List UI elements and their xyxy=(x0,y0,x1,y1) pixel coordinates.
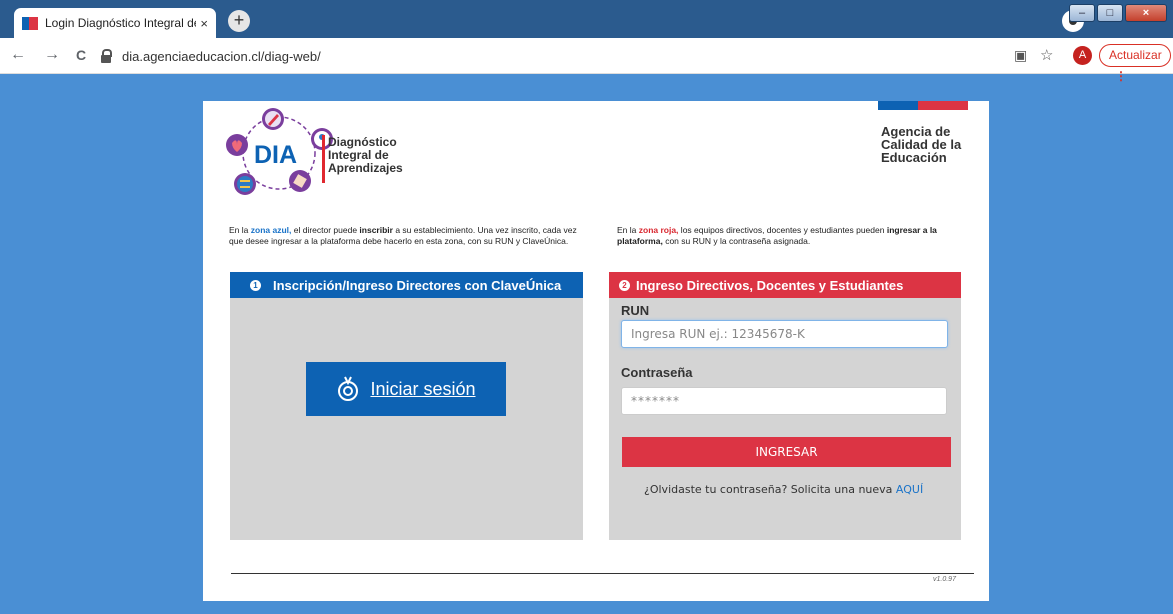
maximize-button[interactable]: □ xyxy=(1097,4,1123,22)
forward-icon[interactable]: → xyxy=(44,46,60,64)
update-label: Actualizar xyxy=(1109,48,1162,62)
version-label: v1.0.97 xyxy=(933,576,956,583)
agency-title: Agencia de Calidad de la Educación xyxy=(881,125,971,164)
bookmark-star-icon[interactable]: ☆ xyxy=(1040,46,1053,64)
update-button[interactable]: Actualizar ⋮ xyxy=(1099,44,1171,83)
tab-title: Login Diagnóstico Integral de Ap xyxy=(45,16,196,30)
claveunica-panel: 1 Inscripción/Ingreso Directores con Cla… xyxy=(230,272,583,540)
close-window-button[interactable]: × xyxy=(1125,4,1167,22)
claveunica-login-label: Iniciar sesión xyxy=(370,378,476,399)
run-label: RUN xyxy=(621,303,650,318)
red-zone-description: En la zona roja, los equipos directivos,… xyxy=(617,225,937,246)
url-text: dia.agenciaeducacion.cl/diag-web/ xyxy=(122,48,321,64)
tab-close-icon[interactable]: × xyxy=(200,16,208,31)
logo-brand-text: DIA xyxy=(254,141,297,169)
logo-text: Diagnóstico Integral de Aprendizajes xyxy=(328,136,408,175)
chile-flag-favicon-icon xyxy=(22,16,38,30)
reload-icon[interactable]: C xyxy=(76,47,86,63)
staff-login-panel: 2 Ingreso Directivos, Docentes y Estudia… xyxy=(609,272,961,540)
lock-icon xyxy=(100,49,112,63)
logo-line-3: Aprendizajes xyxy=(328,161,403,175)
login-card: DIA Diagnóstico Integral de Aprendizajes… xyxy=(203,101,989,601)
staff-login-panel-title: Ingreso Directivos, Docentes y Estudiant… xyxy=(636,277,904,293)
claveunica-panel-header: 1 Inscripción/Ingreso Directores con Cla… xyxy=(230,272,583,298)
run-input[interactable]: Ingresa RUN ej.: 12345678-K xyxy=(621,320,948,348)
forgot-password-link[interactable]: AQUÍ xyxy=(896,483,923,496)
menu-dots-icon: ⋮ xyxy=(1115,69,1127,83)
footer-divider xyxy=(231,573,974,574)
forgot-password-text: ¿Olvidaste tu contraseña? Solicita una n… xyxy=(644,483,924,496)
window-controls: – □ × xyxy=(1069,4,1167,22)
new-tab-button[interactable]: + xyxy=(228,10,250,32)
back-icon[interactable]: ← xyxy=(10,46,26,64)
browser-titlebar: Login Diagnóstico Integral de Ap × + – □… xyxy=(0,0,1173,38)
browser-tab[interactable]: Login Diagnóstico Integral de Ap × xyxy=(14,8,216,38)
minimize-button[interactable]: – xyxy=(1069,4,1095,22)
claveunica-panel-title: Inscripción/Ingreso Directores con Clave… xyxy=(273,277,562,293)
staff-login-panel-header: 2 Ingreso Directivos, Docentes y Estudia… xyxy=(609,272,961,298)
claveunica-login-button[interactable]: Iniciar sesión xyxy=(306,362,506,416)
ingresar-button[interactable]: INGRESAR xyxy=(622,437,951,467)
address-bar[interactable]: dia.agenciaeducacion.cl/diag-web/ xyxy=(100,43,1000,69)
flag-stripe xyxy=(878,101,968,110)
translate-icon[interactable]: ▣ xyxy=(1014,47,1027,64)
password-label: Contraseña xyxy=(621,365,693,380)
logo-divider xyxy=(322,135,325,183)
step-number-1: 1 xyxy=(250,279,261,291)
browser-toolbar: ← → C dia.agenciaeducacion.cl/diag-web/ … xyxy=(0,38,1173,83)
claveunica-icon xyxy=(338,376,359,401)
blue-zone-description: En la zona azul, el director puede inscr… xyxy=(229,225,577,246)
agency-line-3: Educación xyxy=(881,150,947,165)
profile-avatar[interactable]: A xyxy=(1073,46,1092,65)
step-number-2: 2 xyxy=(619,279,630,291)
password-input[interactable]: ******* xyxy=(621,387,947,415)
